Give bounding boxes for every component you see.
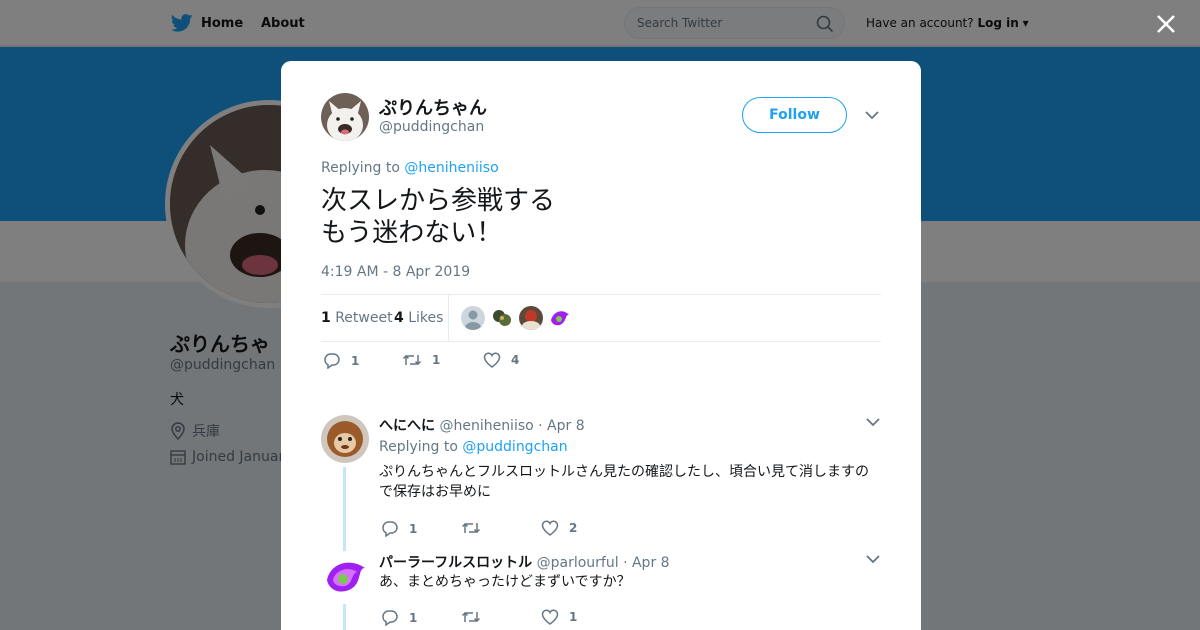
reply-replying-to: Replying to @puddingchan <box>379 439 568 455</box>
retweet-stat-label: Retweet <box>335 310 393 326</box>
purple-flame-avatar-icon <box>321 552 369 600</box>
like-count: 2 <box>569 521 578 535</box>
like-action[interactable]: 2 <box>541 520 577 536</box>
heart-icon <box>541 520 559 536</box>
tweet-modal: ぷりんちゃん @puddingchan Follow Replying to @… <box>281 61 921 630</box>
heart-icon <box>541 609 559 625</box>
likes-stat-label: Likes <box>408 310 444 326</box>
retweet-stat-count: 1 <box>321 310 331 326</box>
reply-icon <box>382 521 398 537</box>
reply-icon <box>382 610 398 626</box>
retweet-stat[interactable]: 1 Retweet <box>321 310 393 326</box>
reply-header: へにへに @heniheniiso · Apr 8 <box>379 415 585 435</box>
thread-line <box>343 467 346 551</box>
follow-button[interactable]: Follow <box>742 97 847 133</box>
reply-text: あ、まとめちゃったけどまずいですか？ <box>379 574 631 590</box>
monkey-avatar-icon <box>321 415 369 463</box>
author-avatar[interactable] <box>321 93 369 141</box>
like-count: 1 <box>569 610 578 624</box>
dog-avatar-icon <box>321 93 369 141</box>
reply-date[interactable]: · Apr 8 <box>623 555 669 571</box>
tweet-timestamp[interactable]: 4:19 AM - 8 Apr 2019 <box>321 264 470 280</box>
reply-avatar[interactable] <box>321 552 369 600</box>
reply-count: 1 <box>409 521 418 536</box>
reply-author-name[interactable]: へにへに <box>379 418 435 434</box>
liker-avatar[interactable] <box>490 306 514 330</box>
retweet-action[interactable] <box>461 520 491 536</box>
reply-icon <box>324 353 340 369</box>
replying-to-link[interactable]: @heniheniiso <box>404 160 498 176</box>
heart-icon <box>483 352 501 368</box>
retweet-icon <box>461 522 481 534</box>
reply-text: ぷりんちゃんとフルスロットルさん見たの確認したし、頃合い見て消しますので保存はお… <box>379 464 869 500</box>
reply-actions: 1 1 <box>381 609 641 629</box>
reply-author-name[interactable]: パーラーフルスロットル <box>379 555 532 571</box>
liker-avatar[interactable] <box>519 306 543 330</box>
reply-count: 1 <box>351 353 360 368</box>
reply-action[interactable]: 1 <box>381 609 417 626</box>
thread-line <box>343 604 346 630</box>
chevron-down-icon[interactable] <box>866 554 880 564</box>
tweet-actions: 1 1 4 <box>321 352 621 374</box>
chevron-down-icon[interactable] <box>865 110 879 120</box>
replying-prefix: Replying to <box>321 160 400 176</box>
reply-action[interactable]: 1 <box>323 352 359 369</box>
replying-to-link[interactable]: @puddingchan <box>462 439 567 455</box>
likes-stat-count: 4 <box>394 310 404 326</box>
retweet-icon <box>402 354 422 366</box>
reply-author-handle[interactable]: @parlourful <box>537 555 619 571</box>
tweet-text-line: もう迷わない！ <box>321 218 503 248</box>
liker-avatar[interactable] <box>461 306 485 330</box>
author-name[interactable]: ぷりんちゃん <box>379 94 487 120</box>
retweet-icon <box>461 611 481 623</box>
reply-author-handle[interactable]: @heniheniiso <box>439 418 533 434</box>
liker-avatar[interactable] <box>548 306 572 330</box>
retweet-action[interactable] <box>461 609 491 625</box>
likes-stat[interactable]: 4 Likes <box>394 310 443 326</box>
stats-divider <box>448 295 449 341</box>
reply-action[interactable]: 1 <box>381 520 417 537</box>
reply-tweet[interactable]: パーラーフルスロットル @parlourful · Apr 8 あ、まとめちゃっ… <box>321 552 881 630</box>
likers-avatars <box>461 306 572 330</box>
close-icon[interactable] <box>1154 12 1178 36</box>
like-count: 4 <box>511 353 520 367</box>
reply-count: 1 <box>409 610 418 625</box>
reply-avatar[interactable] <box>321 415 369 463</box>
author-handle[interactable]: @puddingchan <box>379 119 484 135</box>
retweet-action[interactable]: 1 <box>402 352 440 368</box>
reply-header: パーラーフルスロットル @parlourful · Apr 8 <box>379 552 670 572</box>
tweet-stats: 1 Retweet 4 Likes <box>321 294 881 342</box>
tweet-text-line: 次スレから参戦する <box>321 186 556 216</box>
reply-tweet[interactable]: へにへに @heniheniiso · Apr 8 Replying to @p… <box>321 415 881 551</box>
reply-date[interactable]: · Apr 8 <box>538 418 584 434</box>
replying-to: Replying to @heniheniiso <box>321 160 499 176</box>
chevron-down-icon[interactable] <box>866 417 880 427</box>
reply-actions: 1 2 <box>381 520 641 540</box>
like-action[interactable]: 1 <box>541 609 577 625</box>
tweet-text: 次スレから参戦する もう迷わない！ <box>321 185 555 249</box>
replying-prefix: Replying to <box>379 439 458 455</box>
retweet-count: 1 <box>432 353 441 367</box>
like-action[interactable]: 4 <box>483 352 519 368</box>
